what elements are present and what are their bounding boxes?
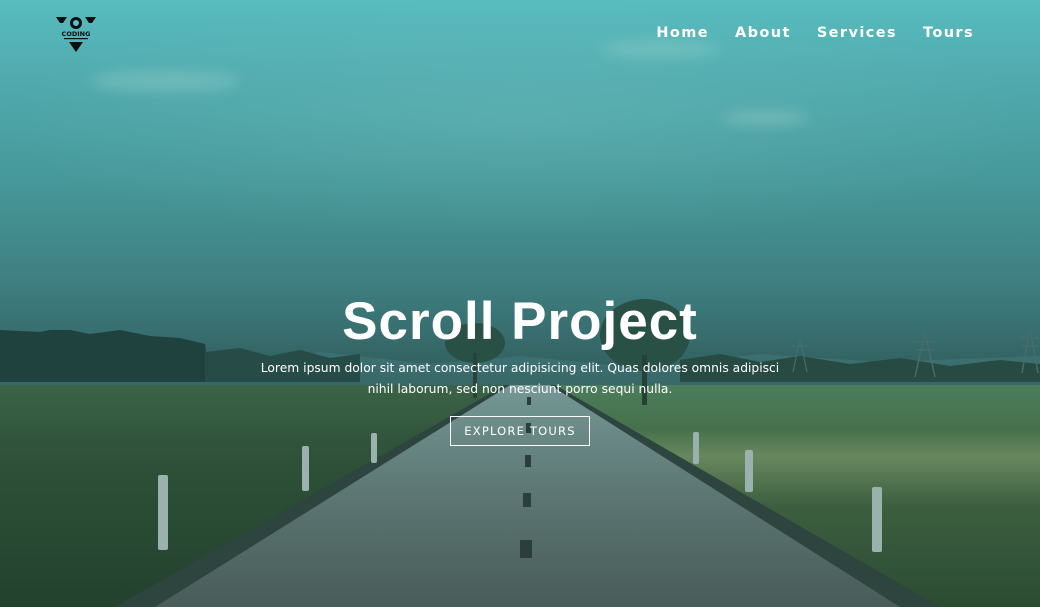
brand-logo[interactable]: CODING bbox=[55, 15, 97, 53]
hero-banner: CODING Home About Services Tours Scroll … bbox=[0, 0, 1040, 607]
hero-description: Lorem ipsum dolor sit amet consectetur a… bbox=[260, 361, 780, 396]
main-nav: Home About Services Tours bbox=[656, 25, 974, 41]
explore-tours-button[interactable]: explore tours bbox=[450, 416, 590, 446]
hero-title: Scroll Project bbox=[342, 292, 698, 351]
nav-item-services[interactable]: Services bbox=[817, 25, 897, 41]
nav-item-home[interactable]: Home bbox=[656, 25, 709, 41]
nav-item-tours[interactable]: Tours bbox=[923, 25, 974, 41]
nav-item-about[interactable]: About bbox=[735, 25, 791, 41]
logo-text: CODING bbox=[62, 30, 91, 38]
hero-content: Scroll Project Lorem ipsum dolor sit ame… bbox=[0, 291, 1040, 446]
